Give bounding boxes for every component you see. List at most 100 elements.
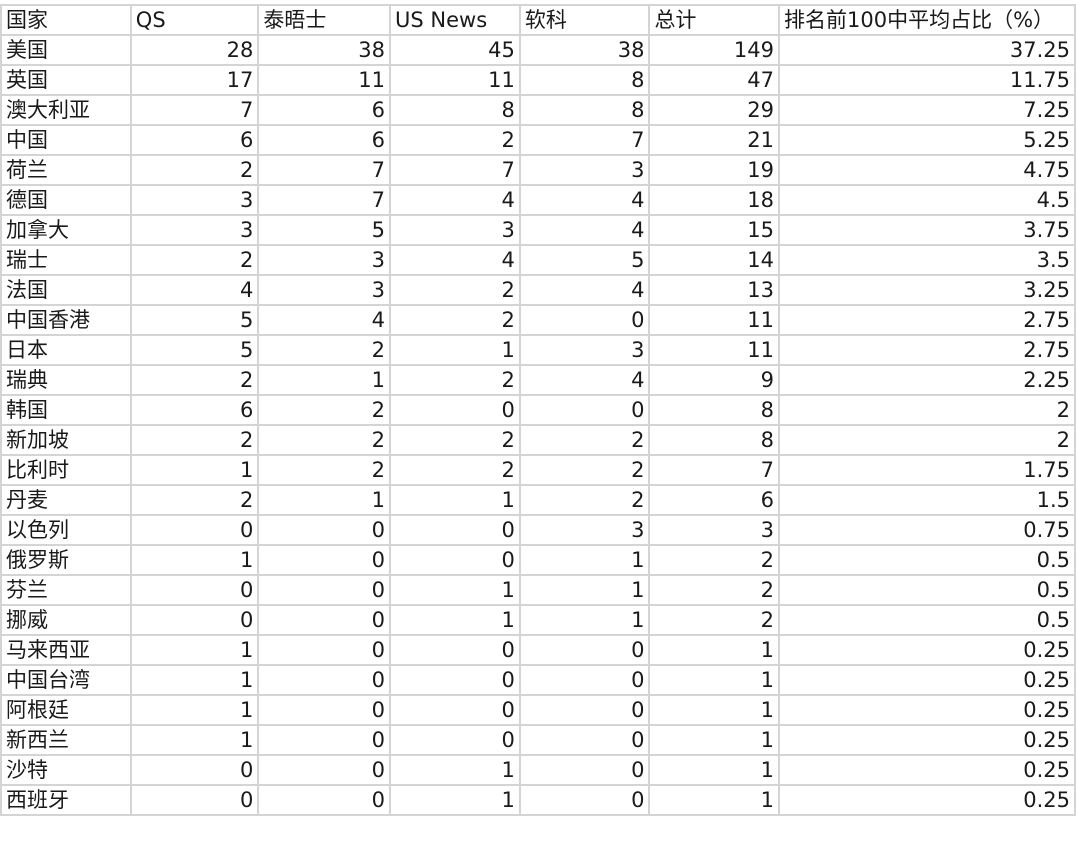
cell-country[interactable]: 中国 [0,124,132,156]
cell-times[interactable]: 38 [257,34,392,66]
cell-country[interactable]: 美国 [0,34,132,66]
header-cell-country[interactable]: 国家 [0,4,132,36]
cell-usnews[interactable]: 1 [389,754,521,786]
cell-total[interactable]: 9 [648,364,781,396]
cell-shanghai[interactable]: 3 [518,154,651,186]
cell-total[interactable]: 14 [648,244,781,276]
cell-average-share[interactable]: 1.75 [778,454,1076,486]
cell-shanghai[interactable]: 0 [518,664,651,696]
cell-country[interactable]: 荷兰 [0,154,132,186]
cell-country[interactable]: 澳大利亚 [0,94,132,126]
cell-times[interactable]: 3 [257,244,392,276]
cell-times[interactable]: 1 [257,484,392,516]
cell-times[interactable]: 2 [257,454,392,486]
cell-usnews[interactable]: 2 [389,124,521,156]
cell-total[interactable]: 47 [648,64,781,96]
cell-country[interactable]: 沙特 [0,754,132,786]
cell-total[interactable]: 29 [648,94,781,126]
cell-shanghai[interactable]: 0 [518,784,651,816]
cell-usnews[interactable]: 1 [389,334,521,366]
cell-average-share[interactable]: 0.5 [778,604,1076,636]
cell-total[interactable]: 2 [648,574,781,606]
cell-usnews[interactable]: 3 [389,214,521,246]
cell-shanghai[interactable]: 0 [518,394,651,426]
cell-shanghai[interactable]: 0 [518,634,651,666]
cell-qs[interactable]: 1 [129,694,260,726]
cell-country[interactable]: 中国香港 [0,304,132,336]
cell-times[interactable]: 2 [257,394,392,426]
cell-shanghai[interactable]: 1 [518,574,651,606]
cell-shanghai[interactable]: 0 [518,754,651,786]
header-cell-average-share[interactable]: 排名前100中平均占比（%） [778,4,1076,36]
cell-times[interactable]: 0 [257,724,392,756]
cell-average-share[interactable]: 2 [778,394,1076,426]
cell-usnews[interactable]: 4 [389,244,521,276]
cell-usnews[interactable]: 2 [389,364,521,396]
cell-usnews[interactable]: 0 [389,664,521,696]
cell-qs[interactable]: 1 [129,664,260,696]
cell-average-share[interactable]: 0.25 [778,634,1076,666]
cell-average-share[interactable]: 37.25 [778,34,1076,66]
cell-qs[interactable]: 0 [129,574,260,606]
cell-qs[interactable]: 1 [129,544,260,576]
cell-shanghai[interactable]: 38 [518,34,651,66]
cell-qs[interactable]: 3 [129,214,260,246]
cell-average-share[interactable]: 2.75 [778,334,1076,366]
cell-average-share[interactable]: 3.5 [778,244,1076,276]
cell-usnews[interactable]: 0 [389,694,521,726]
cell-times[interactable]: 6 [257,94,392,126]
cell-average-share[interactable]: 0.25 [778,724,1076,756]
cell-times[interactable]: 5 [257,214,392,246]
cell-country[interactable]: 马来西亚 [0,634,132,666]
cell-shanghai[interactable]: 3 [518,514,651,546]
cell-shanghai[interactable]: 5 [518,244,651,276]
cell-qs[interactable]: 2 [129,154,260,186]
cell-total[interactable]: 1 [648,664,781,696]
cell-total[interactable]: 13 [648,274,781,306]
cell-times[interactable]: 0 [257,694,392,726]
cell-country[interactable]: 英国 [0,64,132,96]
cell-average-share[interactable]: 5.25 [778,124,1076,156]
cell-total[interactable]: 3 [648,514,781,546]
cell-usnews[interactable]: 0 [389,394,521,426]
cell-qs[interactable]: 6 [129,124,260,156]
cell-qs[interactable]: 1 [129,724,260,756]
cell-usnews[interactable]: 2 [389,424,521,456]
cell-average-share[interactable]: 0.25 [778,754,1076,786]
cell-country[interactable]: 阿根廷 [0,694,132,726]
cell-country[interactable]: 德国 [0,184,132,216]
cell-average-share[interactable]: 0.25 [778,784,1076,816]
cell-usnews[interactable]: 1 [389,784,521,816]
cell-total[interactable]: 15 [648,214,781,246]
cell-shanghai[interactable]: 2 [518,484,651,516]
cell-average-share[interactable]: 7.25 [778,94,1076,126]
cell-country[interactable]: 日本 [0,334,132,366]
cell-country[interactable]: 中国台湾 [0,664,132,696]
cell-qs[interactable]: 4 [129,274,260,306]
cell-shanghai[interactable]: 4 [518,274,651,306]
cell-usnews[interactable]: 11 [389,64,521,96]
cell-qs[interactable]: 3 [129,184,260,216]
cell-qs[interactable]: 2 [129,364,260,396]
cell-country[interactable]: 挪威 [0,604,132,636]
cell-times[interactable]: 0 [257,634,392,666]
cell-times[interactable]: 0 [257,604,392,636]
cell-shanghai[interactable]: 2 [518,424,651,456]
cell-average-share[interactable]: 0.25 [778,694,1076,726]
cell-average-share[interactable]: 3.25 [778,274,1076,306]
cell-average-share[interactable]: 2 [778,424,1076,456]
cell-usnews[interactable]: 0 [389,634,521,666]
cell-times[interactable]: 0 [257,544,392,576]
cell-total[interactable]: 21 [648,124,781,156]
cell-total[interactable]: 1 [648,634,781,666]
cell-average-share[interactable]: 0.5 [778,574,1076,606]
cell-times[interactable]: 0 [257,514,392,546]
cell-times[interactable]: 7 [257,184,392,216]
cell-total[interactable]: 2 [648,604,781,636]
cell-times[interactable]: 2 [257,334,392,366]
cell-qs[interactable]: 2 [129,484,260,516]
cell-country[interactable]: 芬兰 [0,574,132,606]
cell-country[interactable]: 西班牙 [0,784,132,816]
cell-times[interactable]: 1 [257,364,392,396]
cell-average-share[interactable]: 2.25 [778,364,1076,396]
